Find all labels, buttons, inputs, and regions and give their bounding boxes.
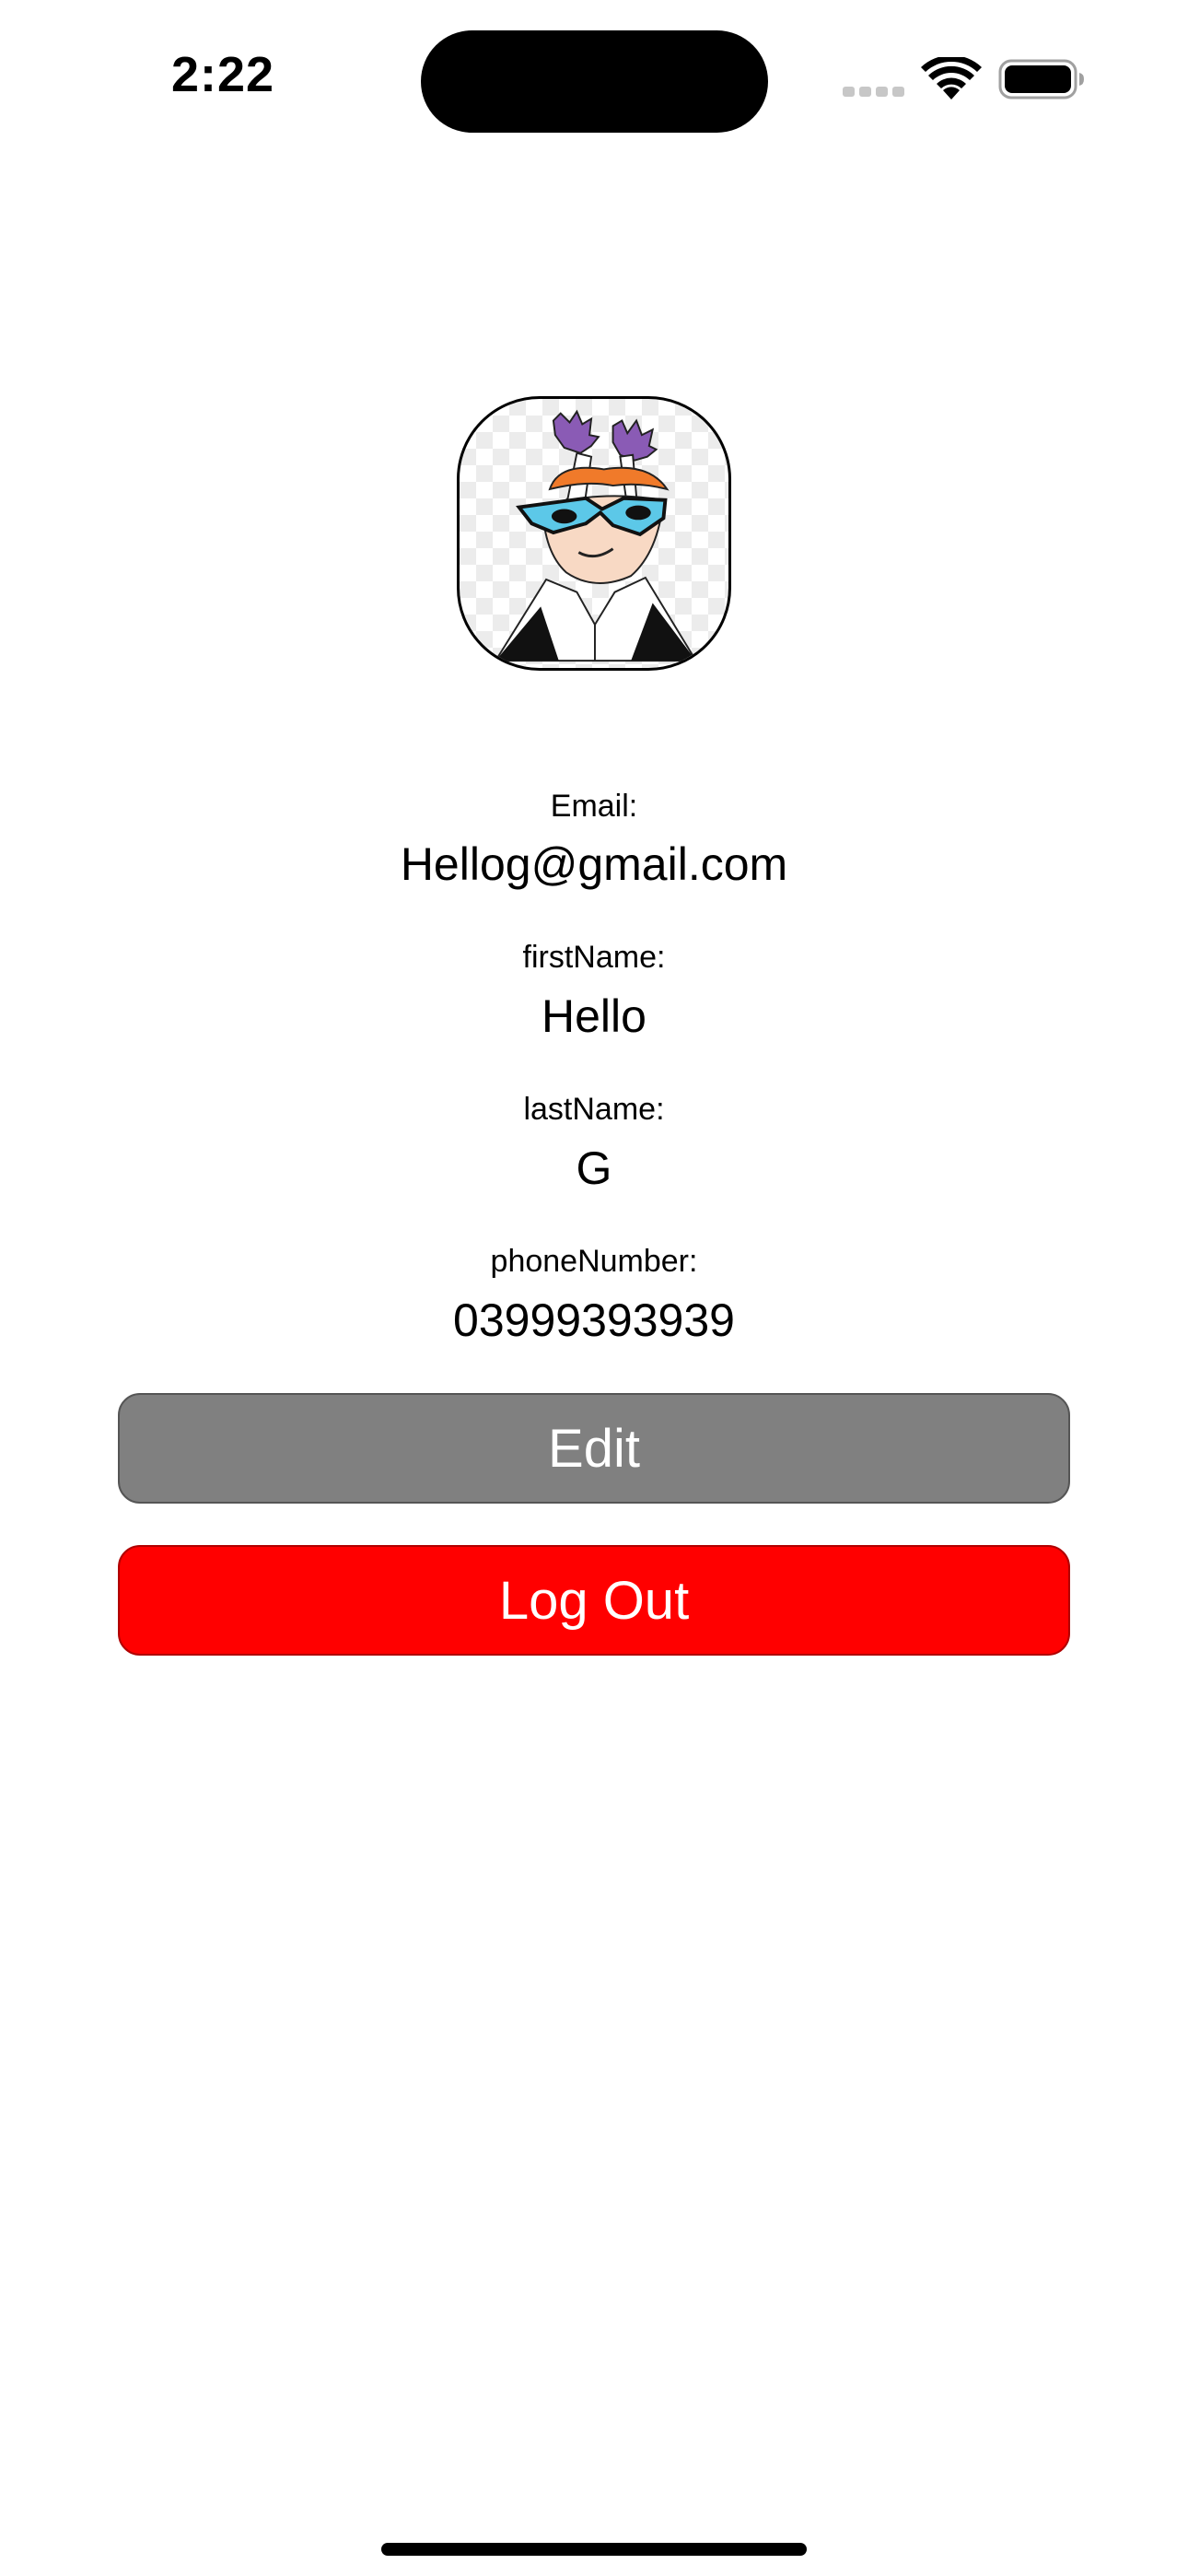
- battery-icon: [998, 59, 1085, 100]
- first-name-value: Hello: [542, 990, 646, 1042]
- dexter-avatar-icon: [494, 409, 698, 662]
- last-name-value: G: [576, 1142, 612, 1194]
- status-bar: 2:22: [0, 0, 1188, 147]
- phone-number-value: 03999393939: [453, 1294, 735, 1346]
- wifi-icon: [921, 54, 982, 101]
- log-out-button[interactable]: Log Out: [118, 1545, 1070, 1656]
- profile-avatar: [457, 396, 731, 671]
- email-label: Email:: [550, 789, 638, 824]
- home-indicator[interactable]: [381, 2543, 807, 2556]
- status-time: 2:22: [171, 47, 275, 102]
- signal-icon: [843, 86, 905, 97]
- phone-number-label: phoneNumber:: [490, 1244, 698, 1279]
- edit-button[interactable]: Edit: [118, 1393, 1070, 1504]
- last-name-label: lastName:: [523, 1092, 665, 1127]
- dynamic-island: [421, 30, 768, 133]
- first-name-label: firstName:: [522, 940, 666, 975]
- email-value: Hellog@gmail.com: [400, 838, 788, 890]
